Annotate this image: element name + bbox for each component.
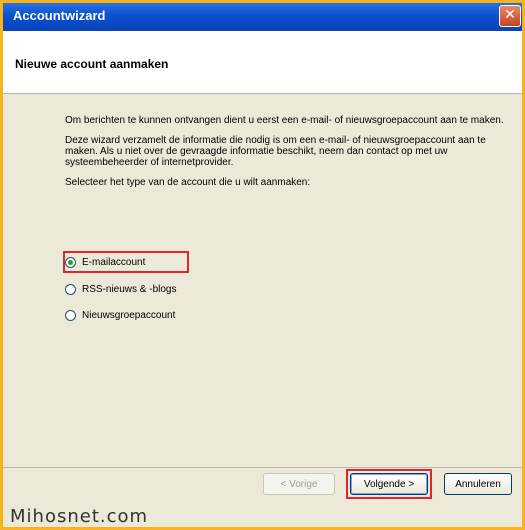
- back-button[interactable]: < Vorige: [263, 473, 335, 495]
- cancel-button[interactable]: Annuleren: [444, 473, 512, 495]
- intro-prompt: Selecteer het type van de account die u …: [65, 177, 311, 188]
- next-button[interactable]: Volgende >: [350, 473, 428, 495]
- intro-text: Om berichten te kunnen ontvangen dient u…: [65, 115, 505, 197]
- option-rss[interactable]: RSS-nieuws & -blogs: [65, 280, 176, 298]
- radio-newsgroup[interactable]: [65, 309, 76, 321]
- wizard-header: Nieuwe account aanmaken: [3, 31, 522, 94]
- page-title: Nieuwe account aanmaken: [15, 57, 169, 71]
- option-newsgroup[interactable]: Nieuwsgroepaccount: [65, 306, 175, 324]
- title-bar[interactable]: Accountwizard ✕: [3, 3, 522, 31]
- watermark: Mihosnet.com: [10, 506, 149, 527]
- footer-divider: [3, 467, 522, 468]
- intro-paragraph-2: Deze wizard verzamelt de informatie die …: [65, 135, 486, 168]
- radio-rss[interactable]: [65, 283, 76, 295]
- wizard-window: Accountwizard ✕ Nieuwe account aanmaken …: [0, 0, 525, 530]
- intro-paragraph-1: Om berichten te kunnen ontvangen dient u…: [65, 115, 504, 126]
- email-option-highlight: [63, 251, 189, 273]
- close-icon[interactable]: ✕: [499, 5, 521, 27]
- option-newsgroup-label: Nieuwsgroepaccount: [82, 309, 176, 321]
- option-rss-label: RSS-nieuws & -blogs: [82, 283, 177, 295]
- window-title: Accountwizard: [13, 8, 106, 23]
